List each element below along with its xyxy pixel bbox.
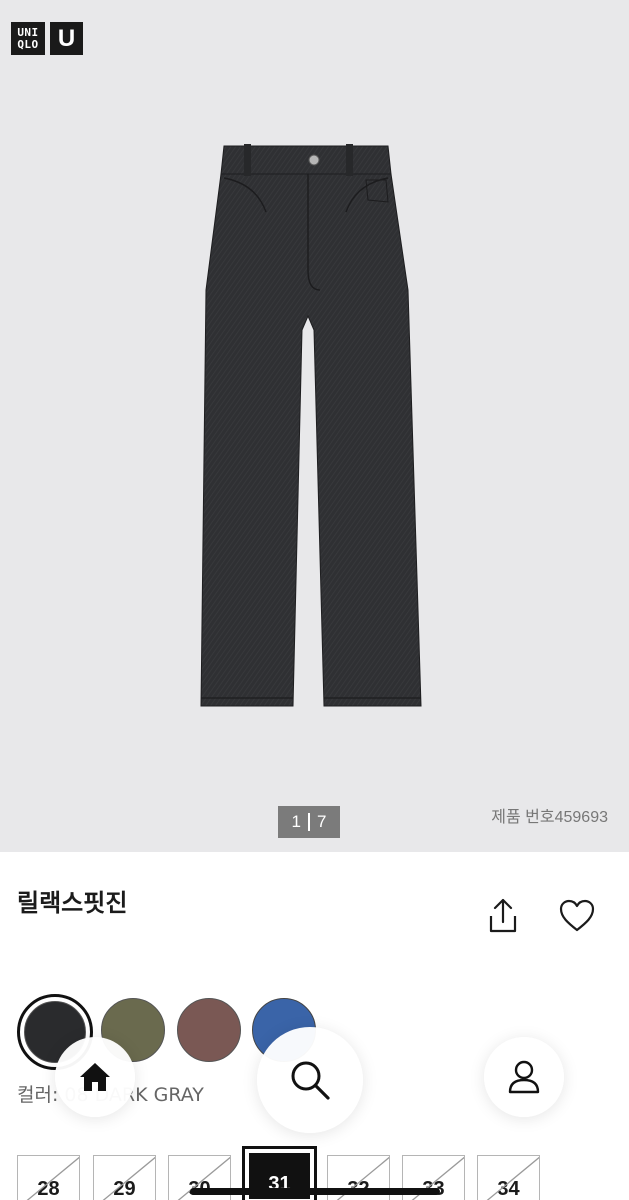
pager-total: 7 [317, 812, 327, 831]
home-button[interactable] [55, 1037, 135, 1117]
heart-icon [559, 899, 595, 932]
product-image-gallery[interactable]: UNI QLO U 1 7 제품 번호459693 [0, 0, 629, 852]
brand-logos: UNI QLO U [11, 22, 83, 55]
account-button[interactable] [484, 1037, 564, 1117]
search-icon [291, 1061, 330, 1100]
user-icon [508, 1060, 540, 1094]
share-button[interactable] [484, 896, 522, 936]
search-button[interactable] [257, 1027, 363, 1133]
unavailable-slash-icon [102, 1156, 155, 1200]
product-jeans-image [200, 144, 422, 707]
pager-divider [308, 813, 310, 831]
unavailable-slash-icon [486, 1156, 539, 1200]
wishlist-button[interactable] [558, 898, 596, 934]
uniqlo-u-logo: U [50, 22, 83, 55]
size-option-28[interactable]: 28 [17, 1155, 80, 1200]
image-pager: 1 7 [278, 806, 340, 838]
uniqlo-logo: UNI QLO [11, 22, 45, 55]
pager-current: 1 [291, 812, 301, 831]
share-icon [489, 898, 517, 933]
product-number: 제품 번호459693 [491, 809, 608, 826]
home-icon [80, 1063, 110, 1091]
product-title: 릴랙스핏진 [17, 889, 128, 917]
floating-nav-bar [0, 1027, 629, 1133]
home-indicator [190, 1188, 440, 1195]
size-option-34[interactable]: 34 [477, 1155, 540, 1200]
size-label: 31 [268, 1173, 291, 1195]
size-option-29[interactable]: 29 [93, 1155, 156, 1200]
unavailable-slash-icon [26, 1156, 79, 1200]
